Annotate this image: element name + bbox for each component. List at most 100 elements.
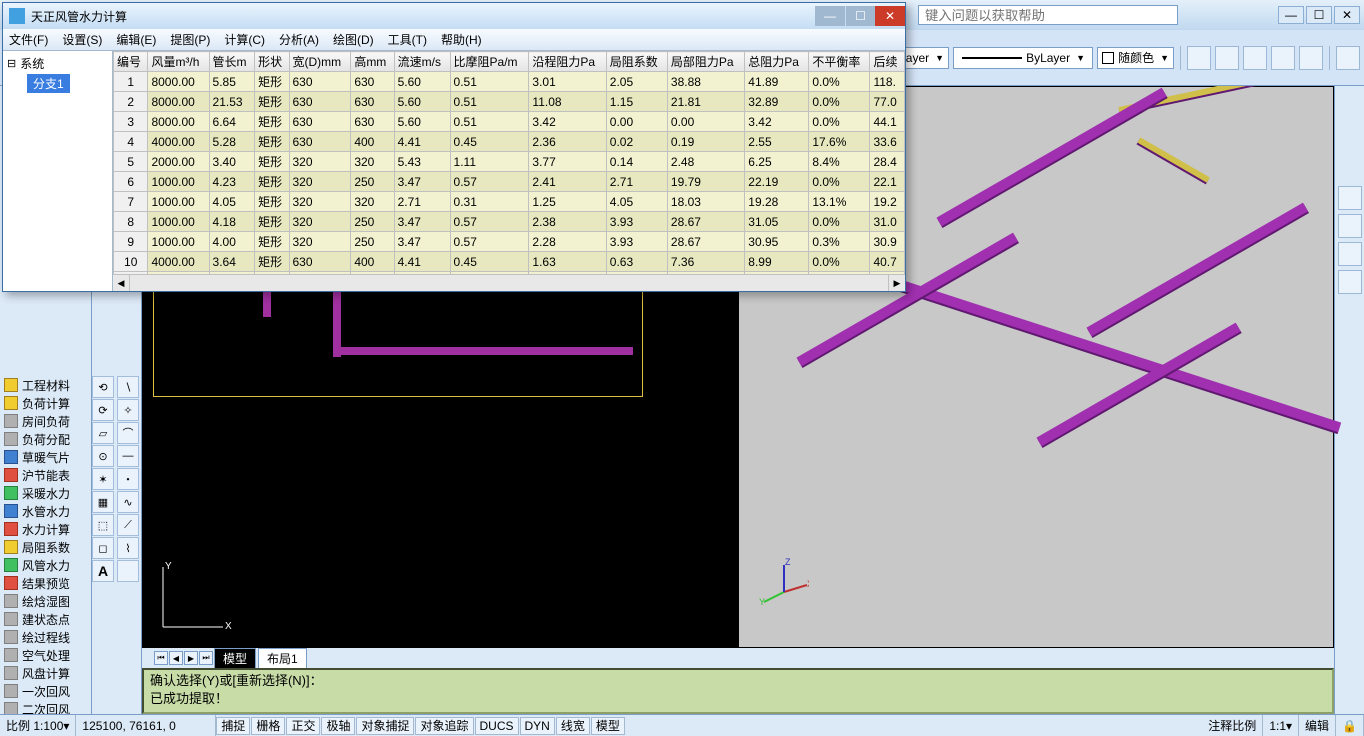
table-row[interactable]: 38000.006.64矩形6306305.600.513.420.000.00…	[114, 112, 905, 132]
feature-item[interactable]: 二次回风	[0, 700, 91, 714]
tool-button[interactable]: ⬚	[92, 514, 114, 536]
column-header[interactable]: 总阻力Pa	[745, 52, 809, 72]
color-dropdown[interactable]: 随颜色▼	[1097, 47, 1174, 69]
dialog-minimize-button[interactable]: —	[815, 6, 845, 26]
status-toggle[interactable]: 对象捕捉	[356, 717, 414, 735]
menu-item[interactable]: 分析(A)	[279, 31, 319, 48]
tool-button[interactable]: ⟲	[92, 376, 114, 398]
tab-layout1[interactable]: 布局1	[258, 648, 307, 669]
help-search-input[interactable]	[918, 5, 1178, 25]
table-row[interactable]: 44000.005.28矩形6304004.410.452.360.020.19…	[114, 132, 905, 152]
dialog-maximize-button[interactable]: ☐	[845, 6, 875, 26]
tool-button[interactable]: ⟳	[92, 399, 114, 421]
column-header[interactable]: 不平衡率	[809, 52, 870, 72]
tool-button[interactable]: ∿	[117, 491, 139, 513]
toolbar-icon[interactable]	[1243, 46, 1267, 70]
feature-item[interactable]: 绘过程线	[0, 628, 91, 646]
status-toggle[interactable]: 极轴	[321, 717, 355, 735]
menu-item[interactable]: 计算(C)	[224, 31, 265, 48]
menu-item[interactable]: 提图(P)	[170, 31, 210, 48]
tab-model[interactable]: 模型	[214, 648, 256, 669]
feature-item[interactable]: 水力计算	[0, 520, 91, 538]
tool-button[interactable]	[117, 560, 139, 582]
toolbar-icon[interactable]	[1187, 46, 1211, 70]
status-edit[interactable]: 编辑	[1299, 715, 1336, 736]
tool-button[interactable]: ⌒	[117, 422, 139, 444]
tab-nav-first[interactable]: ⏮	[154, 651, 168, 665]
tool-button[interactable]: ▦	[92, 491, 114, 513]
tree-child-selected[interactable]: 分支1	[27, 74, 70, 93]
feature-item[interactable]: 采暖水力	[0, 484, 91, 502]
status-scale[interactable]: 比例 1:100 ▾	[0, 715, 76, 736]
status-toggle[interactable]: DUCS	[475, 717, 519, 735]
feature-item[interactable]: 负荷分配	[0, 430, 91, 448]
column-header[interactable]: 形状	[255, 52, 289, 72]
column-header[interactable]: 局部阻力Pa	[667, 52, 744, 72]
column-header[interactable]: 局阻系数	[606, 52, 667, 72]
column-header[interactable]: 宽(D)mm	[289, 52, 351, 72]
results-grid[interactable]: 编号风量m³/h管长m形状宽(D)mm高mm流速m/s比摩阻Pa/m沿程阻力Pa…	[113, 51, 905, 274]
linetype-dropdown[interactable]: ByLayer▼	[953, 47, 1093, 69]
system-tree[interactable]: 系统 分支1	[3, 51, 113, 291]
scroll-right-button[interactable]: ▶	[888, 275, 905, 291]
feature-item[interactable]: 水管水力	[0, 502, 91, 520]
menu-item[interactable]: 编辑(E)	[116, 31, 156, 48]
status-toggle[interactable]: DYN	[520, 717, 555, 735]
feature-item[interactable]: 沪节能表	[0, 466, 91, 484]
tab-nav-last[interactable]: ⏭	[199, 651, 213, 665]
menu-item[interactable]: 帮助(H)	[441, 31, 482, 48]
feature-item[interactable]: 风管水力	[0, 556, 91, 574]
status-toggle[interactable]: 捕捉	[216, 717, 250, 735]
tab-nav-prev[interactable]: ◀	[169, 651, 183, 665]
feature-item[interactable]: 风盘计算	[0, 664, 91, 682]
table-row[interactable]: 28000.0021.53矩形6306305.600.5111.081.1521…	[114, 92, 905, 112]
status-annot-value[interactable]: 1:1 ▾	[1263, 715, 1299, 736]
tab-nav-next[interactable]: ▶	[184, 651, 198, 665]
table-row[interactable]: 61000.004.23矩形3202503.470.572.412.7119.7…	[114, 172, 905, 192]
status-lock-icon[interactable]: 🔒	[1336, 715, 1364, 736]
column-header[interactable]: 风量m³/h	[148, 52, 209, 72]
app-close-button[interactable]: ✕	[1334, 6, 1360, 24]
table-row[interactable]: 52000.003.40矩形3203205.431.113.770.142.48…	[114, 152, 905, 172]
right-tool-button[interactable]	[1338, 270, 1362, 294]
feature-item[interactable]: 一次回风	[0, 682, 91, 700]
tool-button[interactable]: ・	[117, 468, 139, 490]
table-row[interactable]: 18000.005.85矩形6306305.600.513.012.0538.8…	[114, 72, 905, 92]
right-tool-button[interactable]	[1338, 186, 1362, 210]
table-row[interactable]: 91000.004.00矩形3202503.470.572.283.9328.6…	[114, 232, 905, 252]
toolbar-icon[interactable]	[1336, 46, 1360, 70]
feature-item[interactable]: 负荷计算	[0, 394, 91, 412]
status-toggle[interactable]: 栅格	[251, 717, 285, 735]
tool-button[interactable]: ⌇	[117, 537, 139, 559]
table-row[interactable]: 71000.004.05矩形3203202.710.311.254.0518.0…	[114, 192, 905, 212]
status-toggle[interactable]: 线宽	[556, 717, 590, 735]
feature-item[interactable]: 建状态点	[0, 610, 91, 628]
feature-item[interactable]: 房间负荷	[0, 412, 91, 430]
feature-item[interactable]: 工程材料	[0, 376, 91, 394]
menu-item[interactable]: 工具(T)	[388, 31, 427, 48]
feature-item[interactable]: 草暖气片	[0, 448, 91, 466]
layer-dropdown[interactable]: ayer▼	[901, 47, 949, 69]
feature-item[interactable]: 局阻系数	[0, 538, 91, 556]
dialog-close-button[interactable]: ✕	[875, 6, 905, 26]
feature-item[interactable]: 空气处理	[0, 646, 91, 664]
toolbar-icon[interactable]	[1215, 46, 1239, 70]
column-header[interactable]: 高mm	[351, 52, 394, 72]
tool-button[interactable]: ✶	[92, 468, 114, 490]
tool-button[interactable]: ∖	[117, 376, 139, 398]
right-tool-button[interactable]	[1338, 214, 1362, 238]
tool-button[interactable]: ◻	[92, 537, 114, 559]
tool-button[interactable]: —	[117, 445, 139, 467]
right-tool-button[interactable]	[1338, 242, 1362, 266]
column-header[interactable]: 编号	[114, 52, 148, 72]
scroll-left-button[interactable]: ◀	[113, 275, 130, 291]
menu-item[interactable]: 绘图(D)	[333, 31, 374, 48]
tree-root[interactable]: 系统	[7, 55, 108, 72]
tool-button[interactable]: ⊙	[92, 445, 114, 467]
dialog-titlebar[interactable]: 天正风管水力计算 — ☐ ✕	[3, 3, 905, 29]
table-row[interactable]: 104000.003.64矩形6304004.410.451.630.637.3…	[114, 252, 905, 272]
column-header[interactable]: 后续	[870, 52, 905, 72]
feature-item[interactable]: 绘焓湿图	[0, 592, 91, 610]
tool-button[interactable]: ▱	[92, 422, 114, 444]
feature-item[interactable]: 结果预览	[0, 574, 91, 592]
